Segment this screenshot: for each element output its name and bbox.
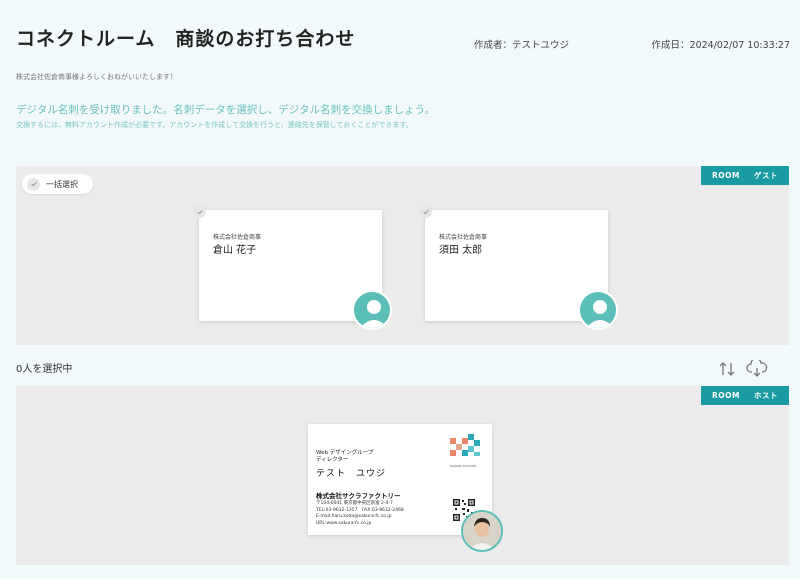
notice-sub: 交換するには、無料アカウント作成が必要です。アカウントを作成して交換を行うと、連…: [16, 121, 413, 129]
card-check-icon[interactable]: [419, 205, 432, 218]
card-address: 〒104-0041 東京都中央区新富 2-4-7: [316, 501, 393, 506]
room-message: 株式会社佐倉商事様よろしくおねがいいたします！: [16, 73, 177, 81]
page-title: コネクトルーム 商談のお打ち合わせ: [16, 28, 356, 50]
card-company: 株式会社佐倉商事: [213, 234, 262, 241]
card-name: 倉山 花子: [213, 245, 257, 256]
role-label: ゲスト: [754, 171, 778, 180]
avatar-icon: [352, 290, 392, 330]
card-email: E-mail:haru.koda@sakura-fc.co.jp: [316, 514, 392, 519]
card-phone: TEL:03-9632-1357 FAX:03-9632-2468: [316, 508, 404, 513]
cloud-download-icon[interactable]: [746, 357, 768, 378]
card-url: URL:www.sakura-fc.co.jp: [316, 521, 372, 526]
card-name: 須田 太郎: [439, 245, 483, 256]
card-name: テスト ユウジ: [316, 469, 387, 479]
sort-arrows-icon[interactable]: [718, 360, 736, 378]
room-guest-tag: ROOM ゲスト: [701, 166, 789, 185]
card-role: ディレクター: [316, 457, 349, 463]
card-company: 株式会社佐倉商事: [439, 234, 488, 241]
company-logo-icon: [450, 434, 482, 462]
created-date: 作成日：2024/02/07 10:33:27: [651, 40, 790, 51]
host-business-card[interactable]: Web デザイングループ ディレクター テスト ユウジ 株式会社サクラファクトリ…: [308, 424, 503, 552]
select-all-button[interactable]: 一括選択: [22, 174, 93, 194]
avatar-icon: [578, 290, 618, 330]
selected-count: 0人を選択中: [16, 364, 73, 375]
room-host-tag: ROOM ホスト: [701, 386, 789, 405]
select-all-label: 一括選択: [46, 179, 78, 189]
guest-card[interactable]: 株式会社佐倉商事 倉山 花子: [193, 205, 392, 330]
room-label: ROOM: [712, 391, 740, 400]
guest-card[interactable]: 株式会社佐倉商事 須田 太郎: [419, 205, 618, 330]
guest-panel: ROOM ゲスト 一括選択 株式会社佐倉商事 倉山 花子 株式会社佐倉商事 須田…: [16, 166, 789, 345]
notice-main: デジタル名刺を受け取りました。名刺データを選択し、デジタル名刺を交換しましょう。: [16, 104, 435, 116]
host-avatar: [461, 510, 503, 552]
check-icon: [27, 177, 40, 191]
room-label: ROOM: [712, 171, 740, 180]
creator-label: 作成者：テストユウジ: [474, 40, 570, 51]
card-company: 株式会社サクラファクトリー: [316, 492, 401, 500]
brand-text: SAKURA FACTORY: [450, 464, 477, 468]
role-label: ホスト: [754, 391, 778, 400]
card-check-icon[interactable]: [193, 205, 206, 218]
host-panel: ROOM ホスト Web デザイングループ ディレクター テスト ユウジ 株式会…: [16, 386, 789, 565]
